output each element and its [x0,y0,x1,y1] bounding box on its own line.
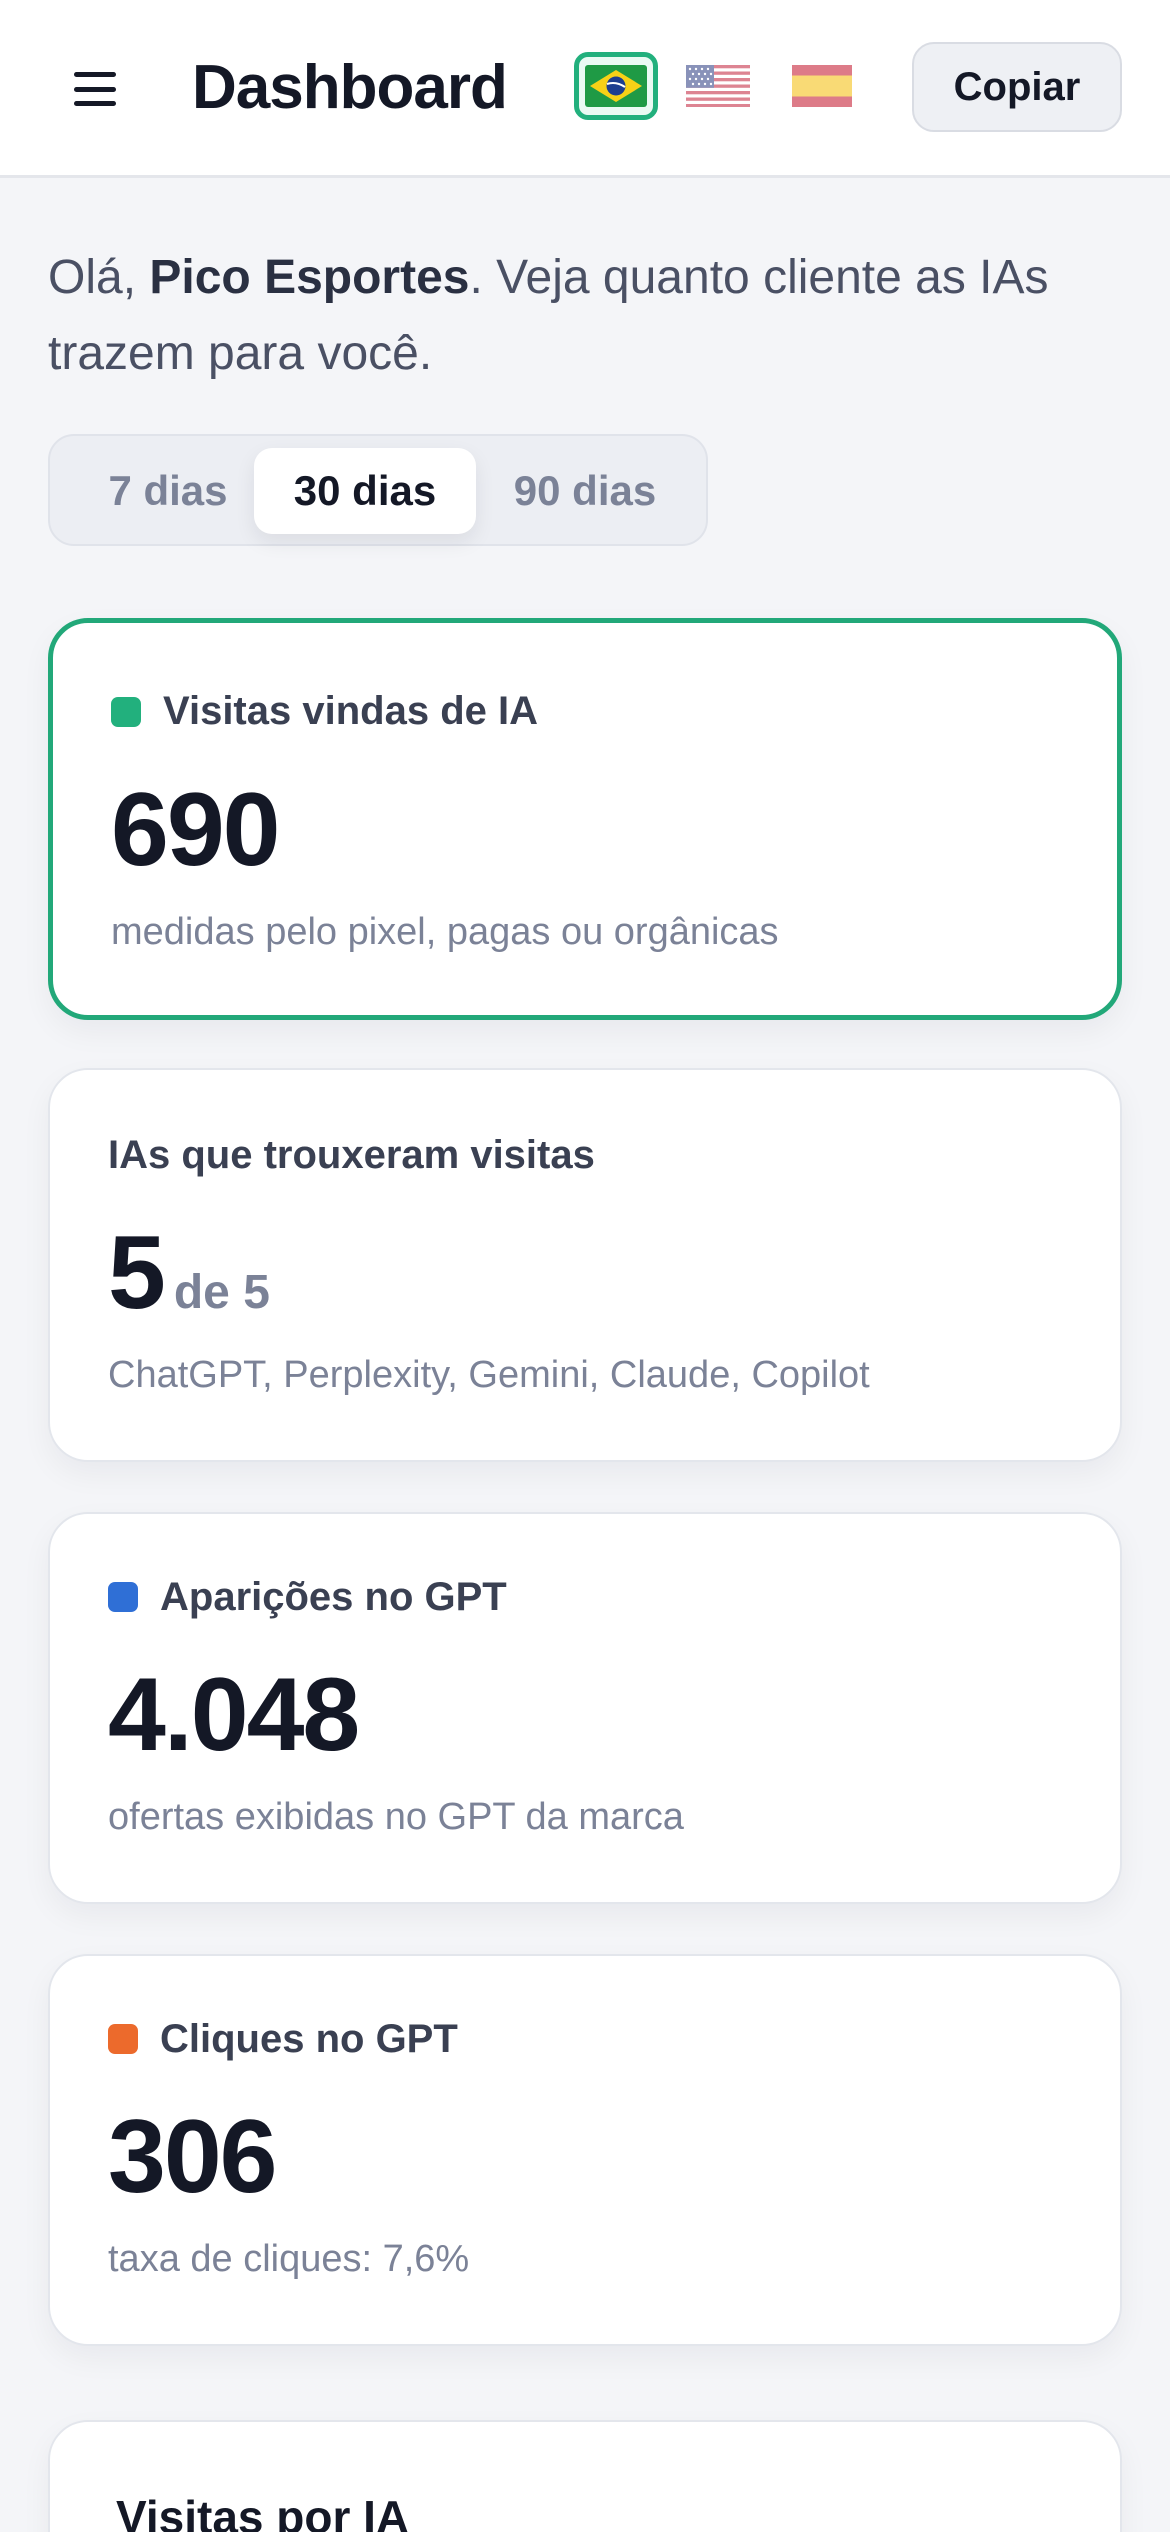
blue-status-dot [108,1582,138,1612]
hamburger-line [74,86,116,92]
brazil-flag-icon [585,65,647,107]
card-section-title: Visitas por IA [116,2491,410,2532]
card-label: Cliques no GPT [160,2017,458,2061]
orange-status-dot [108,2024,138,2054]
spain-flag-icon [792,65,852,107]
green-status-dot [111,697,141,727]
hamburger-line [74,72,116,77]
card-note: ofertas exibidas no GPT da marca [108,1796,684,1838]
card-value: 690 [111,772,281,888]
card-gpt-clicks: Cliques no GPT 306 taxa de cliques: 7,6% [48,1954,1122,2346]
card-value: 5 de 5 [108,1218,270,1348]
language-button-en-us[interactable] [676,52,760,120]
tab-90-dias[interactable]: 90 dias [480,448,690,534]
card-visits-by-ai: Visitas por IA [48,2420,1122,2532]
card-gpt-impressions: Aparições no GPT 4.048 ofertas exibidas … [48,1512,1122,1904]
card-label: Visitas vindas de IA [163,689,538,733]
tab-30-dias[interactable]: 30 dias [254,448,476,534]
language-button-es[interactable] [780,52,864,120]
card-value-number: 5 [108,1215,166,1331]
language-button-pt-br[interactable] [574,52,658,120]
top-header: Dashboard Copiar [0,0,1170,178]
card-label: Aparições no GPT [160,1575,507,1619]
card-note: ChatGPT, Perplexity, Gemini, Claude, Cop… [108,1354,870,1396]
card-value: 4.048 [108,1657,360,1773]
hamburger-menu-icon[interactable] [74,72,116,106]
card-label: IAs que trouxeram visitas [108,1133,595,1177]
greeting-prefix: Olá, [48,251,150,304]
greeting-company-name: Pico Esportes [149,251,470,304]
tab-7-dias[interactable]: 7 dias [68,448,268,534]
usa-flag-icon [686,65,750,107]
card-ai-sources: IAs que trouxeram visitas 5 de 5 ChatGPT,… [48,1068,1122,1462]
greeting-text: Olá, Pico Esportes. Veja quanto cliente … [48,240,1128,392]
copy-button[interactable]: Copiar [912,42,1122,132]
card-value: 306 [108,2099,278,2215]
date-range-tabs: 7 dias 30 dias 90 dias [48,434,708,546]
card-value-suffix: de 5 [173,1266,270,1319]
hamburger-line [74,101,116,106]
card-note: medidas pelo pixel, pagas ou orgânicas [111,911,779,953]
card-ai-visits[interactable]: Visitas vindas de IA 690 medidas pelo pi… [48,618,1122,1020]
card-note: taxa de cliques: 7,6% [108,2238,470,2280]
page-title: Dashboard [192,53,508,122]
